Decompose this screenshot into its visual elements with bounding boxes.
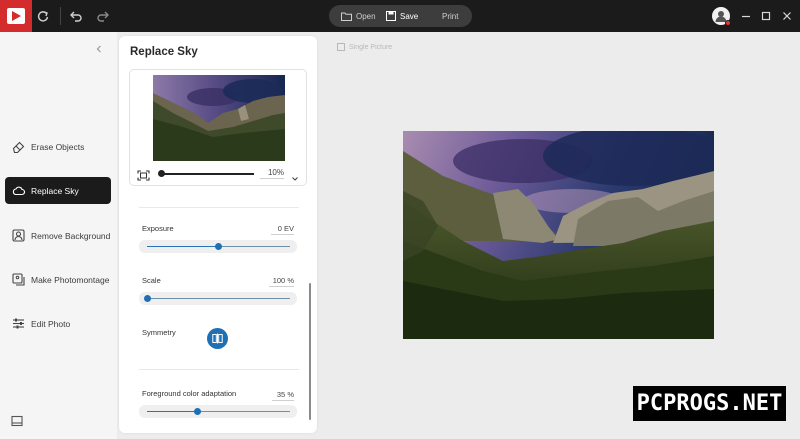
eraser-icon — [12, 141, 25, 153]
toolbar-separator — [60, 7, 61, 25]
scale-label: Scale — [142, 276, 161, 285]
file-actions-group: Open Save Print — [329, 5, 472, 27]
scale-slider-knob[interactable] — [143, 295, 151, 302]
foreground-color-adaptation-value[interactable]: 35 % — [272, 390, 294, 401]
sidebar-item-replace-sky[interactable]: Replace Sky — [5, 177, 111, 204]
foreground-color-adaptation-label: Foreground color adaptation — [142, 389, 237, 398]
exposure-label: Exposure — [142, 224, 174, 233]
sidebar-item-make-photomontage[interactable]: Make Photomontage — [5, 266, 111, 293]
redo-icon[interactable] — [95, 8, 111, 24]
minimize-icon[interactable] — [738, 8, 754, 24]
cloud-icon — [12, 186, 25, 196]
sidebar: Erase Objects Replace Sky Remove Backgro… — [0, 32, 117, 439]
divider — [139, 369, 299, 370]
sidebar-item-remove-background[interactable]: Remove Background — [5, 222, 111, 249]
title-bar: Open Save Print — [0, 0, 800, 32]
exposure-slider-fill — [147, 246, 219, 247]
folder-icon — [341, 12, 352, 21]
replace-sky-panel: Replace Sky 10% Exposure 0 EV Scale 100 … — [119, 36, 317, 433]
person-cutout-icon — [12, 229, 25, 242]
symmetry-flip-button[interactable] — [207, 328, 228, 349]
chevron-down-icon[interactable] — [291, 170, 299, 181]
app-logo-icon[interactable] — [0, 0, 32, 32]
sidebar-item-label: Erase Objects — [31, 141, 85, 152]
foreground-color-adaptation-slider-knob[interactable] — [193, 408, 201, 415]
panel-toggle-icon[interactable] — [11, 414, 23, 427]
close-icon[interactable] — [779, 8, 795, 24]
user-avatar[interactable] — [712, 7, 731, 26]
view-mode-label[interactable]: Single Picture — [337, 43, 392, 51]
floppy-disk-icon — [386, 11, 396, 21]
symmetry-label: Symmetry — [142, 328, 176, 337]
open-button[interactable]: Open — [341, 5, 376, 27]
sliders-icon — [13, 318, 24, 329]
view-mode-text: Single Picture — [349, 43, 393, 51]
sidebar-item-erase-objects[interactable]: Erase Objects — [5, 133, 111, 160]
sky-thumbnail[interactable] — [153, 75, 285, 161]
divider — [139, 207, 299, 208]
sky-picker-card: 10% — [129, 69, 307, 186]
save-button[interactable]: Save — [386, 5, 418, 27]
single-picture-icon — [337, 43, 345, 51]
watermark: PCPROGS.NET — [633, 386, 786, 421]
exposure-value[interactable]: 0 EV — [271, 224, 294, 235]
zoom-slider-track[interactable] — [161, 173, 254, 175]
sync-icon[interactable] — [35, 8, 51, 24]
zoom-value[interactable]: 10% — [260, 168, 284, 179]
zoom-slider-knob[interactable] — [158, 170, 165, 177]
sidebar-item-label: Replace Sky — [31, 185, 79, 196]
scale-slider-track — [147, 298, 290, 299]
sidebar-item-label: Remove Background — [31, 230, 111, 241]
maximize-icon[interactable] — [758, 8, 774, 24]
print-button[interactable]: Print — [442, 5, 458, 27]
save-label: Save — [400, 11, 419, 21]
panel-scrollbar[interactable] — [309, 283, 311, 420]
undo-icon[interactable] — [68, 8, 84, 24]
open-label: Open — [356, 11, 376, 21]
photomontage-icon — [12, 273, 25, 286]
foreground-color-adaptation-slider-fill — [147, 411, 198, 412]
flip-horizontal-icon — [212, 333, 223, 344]
sidebar-item-label: Edit Photo — [31, 318, 71, 329]
sidebar-item-label: Make Photomontage — [31, 274, 110, 285]
print-label: Print — [442, 11, 459, 21]
fit-to-frame-icon[interactable] — [137, 168, 150, 181]
notification-dot — [725, 20, 731, 26]
collapse-sidebar-icon[interactable] — [93, 42, 105, 54]
scale-value[interactable]: 100 % — [269, 276, 294, 287]
panel-title: Replace Sky — [130, 46, 198, 58]
photo-preview[interactable] — [403, 131, 714, 339]
exposure-slider-knob[interactable] — [215, 243, 222, 250]
sidebar-item-edit-photo[interactable]: Edit Photo — [5, 310, 111, 337]
